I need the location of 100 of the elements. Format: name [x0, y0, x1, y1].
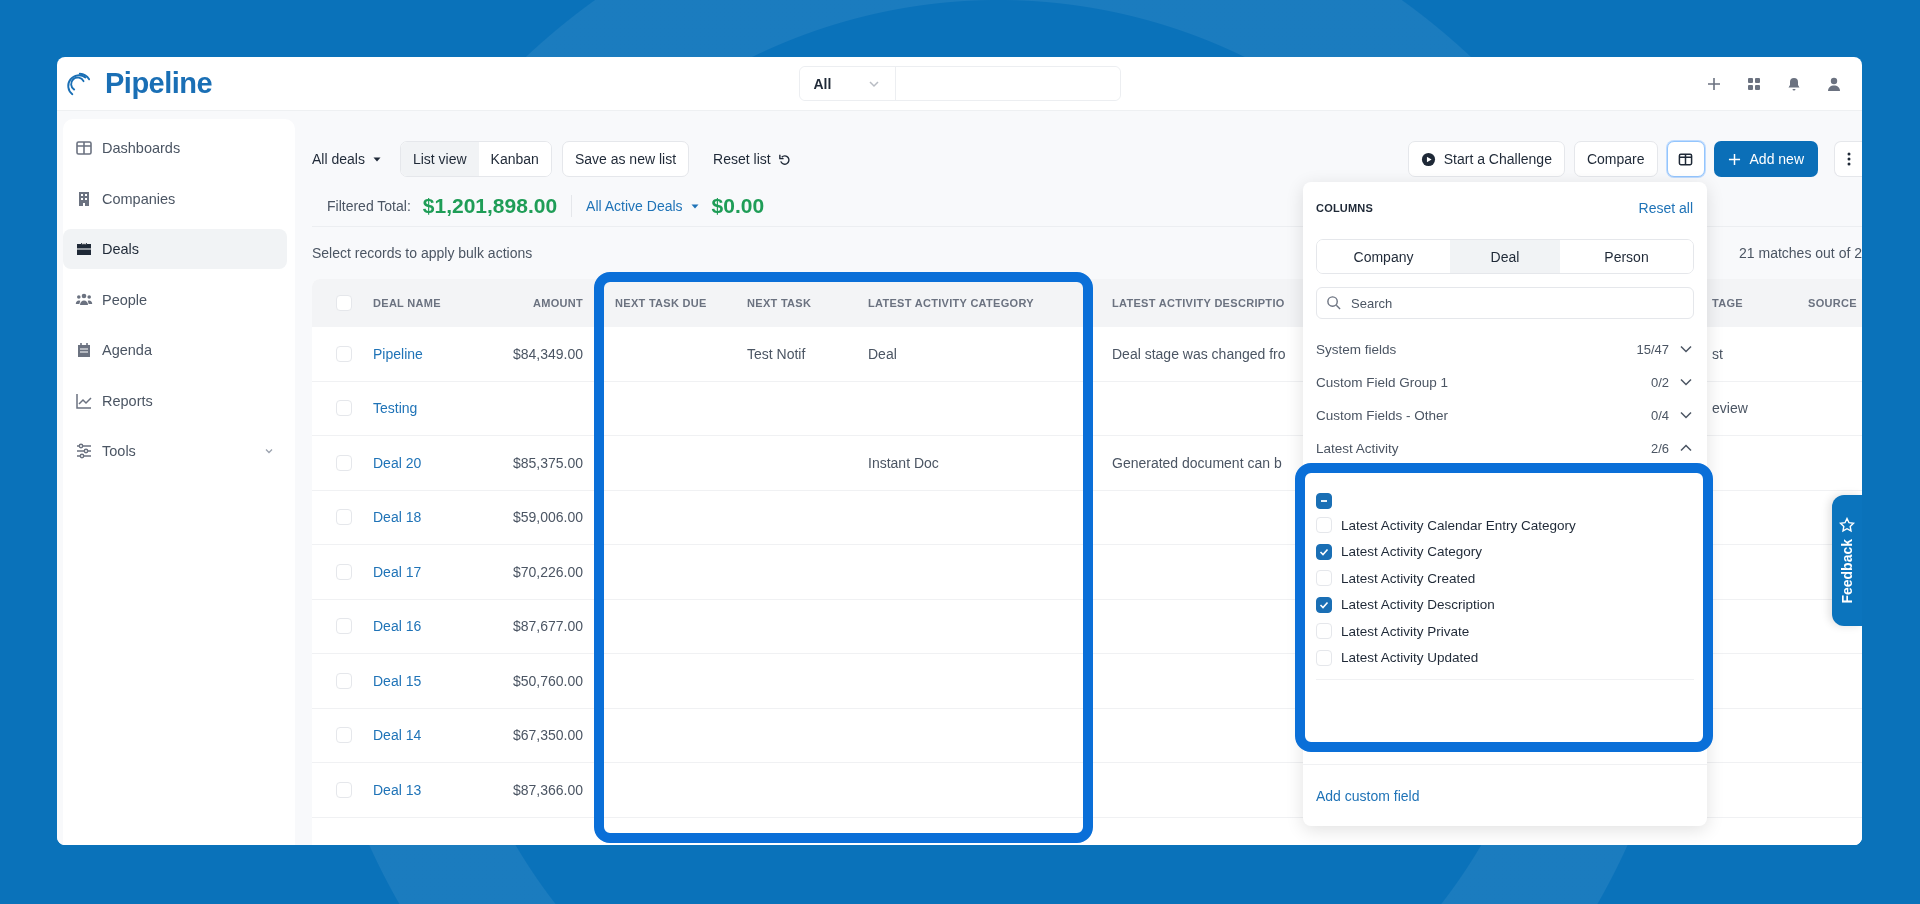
filtered-total-amount: $1,201,898.00	[422, 194, 558, 218]
challenge-button[interactable]: Start a Challenge	[1407, 141, 1565, 177]
column-checkbox[interactable]	[1316, 596, 1332, 613]
compare-button[interactable]: Compare	[1573, 141, 1658, 177]
sidebar-item[interactable]: Companies	[63, 178, 287, 219]
deal-name-link[interactable]: Pipeline	[373, 345, 423, 362]
column-header[interactable]: LATEST ACTIVITY DESCRIPTIO	[1112, 297, 1285, 309]
table-cell: Deal	[868, 345, 897, 362]
column-header[interactable]: AMOUNT	[532, 297, 583, 309]
reset-list-button[interactable]: Reset list	[713, 141, 799, 177]
table-cell: $84,349.00	[512, 345, 583, 362]
deal-name-link[interactable]: Deal 16	[373, 618, 422, 635]
field-group-header[interactable]: Custom Fields - Other 0/4	[1316, 405, 1694, 425]
sidebar-item[interactable]: Reports	[63, 380, 287, 421]
deal-name-link[interactable]: Deal 15	[373, 672, 422, 689]
user-icon[interactable]	[1826, 75, 1842, 92]
row-checkbox[interactable]	[336, 672, 352, 689]
sidebar-item[interactable]: Tools	[63, 431, 287, 471]
line-chart-icon	[75, 391, 93, 410]
feedback-tab[interactable]: Feedback	[1832, 495, 1862, 626]
checkmark-icon	[1319, 546, 1329, 557]
star-icon	[1839, 517, 1855, 534]
add-custom-field-link[interactable]: Add custom field	[1316, 787, 1420, 804]
add-new-button[interactable]: Add new	[1713, 141, 1818, 177]
table-cell: Instant Doc	[868, 454, 939, 471]
grid-icon[interactable]	[1746, 75, 1762, 92]
column-search-field[interactable]: Search	[1316, 287, 1694, 319]
sidebar-item[interactable]: Dashboards	[63, 128, 287, 168]
sidebar-item[interactable]: Agenda	[63, 330, 287, 370]
column-header[interactable]: TAGE	[1712, 297, 1743, 309]
table-cell: eview	[1712, 400, 1748, 417]
entity-tab[interactable]: Deal	[1450, 240, 1560, 273]
table-cell: $85,375.00	[512, 454, 583, 471]
field-group-header[interactable]: Custom Field Group 1 0/2	[1316, 372, 1694, 392]
row-checkbox[interactable]	[336, 618, 352, 635]
row-checkbox[interactable]	[336, 454, 352, 471]
deal-name-link[interactable]: Deal 18	[373, 509, 422, 526]
row-checkbox[interactable]	[336, 781, 352, 798]
column-header[interactable]: NEXT TASK DUE	[615, 297, 707, 309]
logo-wordmark: Pipeline	[105, 67, 213, 100]
match-count: 21 matches out of 2	[1739, 245, 1862, 261]
table-cell: $70,226.00	[512, 563, 583, 580]
bell-icon[interactable]	[1786, 75, 1802, 92]
column-option-label[interactable]: Latest Activity Created	[1341, 570, 1476, 586]
deal-filter-dropdown[interactable]: All Active Deals	[586, 198, 700, 214]
column-option-label[interactable]: Latest Activity Private	[1341, 623, 1470, 639]
plus-icon[interactable]	[1706, 75, 1722, 92]
sliders-icon	[75, 442, 93, 460]
column-option-label[interactable]: Latest Activity Updated	[1341, 650, 1479, 666]
row-checkbox[interactable]	[336, 509, 352, 526]
column-checkbox[interactable]	[1316, 543, 1332, 560]
undo-icon	[777, 152, 791, 166]
columns-toggle-button[interactable]	[1666, 141, 1705, 177]
table-cell: Generated document can b	[1112, 454, 1282, 471]
column-header[interactable]: DEAL NAME	[373, 297, 441, 309]
view-tab[interactable]: List view	[400, 142, 479, 176]
checkmark-icon	[1319, 599, 1329, 610]
column-header[interactable]: NEXT TASK	[747, 297, 812, 309]
play-icon	[1420, 151, 1436, 167]
deal-name-link[interactable]: Deal 17	[373, 563, 422, 580]
table-cell: Deal stage was changed fro	[1112, 345, 1286, 362]
sidebar-item[interactable]: Deals	[63, 229, 287, 269]
field-group-header[interactable]: System fields 15/47	[1316, 339, 1694, 359]
table-cell: $59,006.00	[512, 509, 583, 526]
bulk-actions-hint: Select records to apply bulk actions	[312, 245, 533, 261]
briefcase-icon	[75, 240, 93, 258]
column-option-label[interactable]: Latest Activity Calendar Entry Category	[1341, 517, 1576, 533]
deal-name-link[interactable]: Testing	[373, 400, 418, 417]
row-checkbox[interactable]	[336, 563, 352, 580]
sidebar-item[interactable]: People	[63, 279, 287, 320]
column-header[interactable]: LATEST ACTIVITY CATEGORY	[868, 297, 1034, 309]
search-icon	[1326, 295, 1341, 310]
table-cell: Test Notif	[747, 345, 806, 362]
table-cell: $87,366.00	[512, 781, 583, 798]
columns-icon	[1678, 151, 1693, 167]
table-cell: st	[1712, 345, 1723, 362]
kebab-menu-icon	[1846, 152, 1851, 166]
table-cell: $67,350.00	[512, 727, 583, 744]
list-dropdown[interactable]: All deals	[312, 141, 390, 177]
select-all-checkbox[interactable]	[1316, 493, 1332, 509]
filtered-total-label: Filtered Total:	[327, 198, 411, 214]
deal-name-link[interactable]: Deal 20	[373, 454, 422, 471]
deal-name-link[interactable]: Deal 14	[373, 727, 422, 744]
save-list-button[interactable]: Save as new list	[561, 141, 690, 177]
row-checkbox[interactable]	[336, 345, 352, 362]
reset-all-link[interactable]: Reset all	[1638, 200, 1693, 216]
plus-icon	[1727, 152, 1741, 166]
calendar-icon	[75, 341, 93, 359]
field-group-header[interactable]: Latest Activity 2/6	[1316, 438, 1694, 458]
table-cell: $87,677.00	[512, 618, 583, 635]
column-header[interactable]: SOURCE	[1808, 297, 1857, 309]
column-option-label[interactable]: Latest Activity Description	[1341, 597, 1495, 613]
filter-total-amount: $0.00	[711, 194, 765, 218]
row-checkbox[interactable]	[336, 400, 352, 417]
deal-name-link[interactable]: Deal 13	[373, 781, 422, 798]
row-checkbox[interactable]	[336, 727, 352, 744]
layout-icon	[75, 139, 93, 157]
more-button[interactable]	[1834, 141, 1862, 177]
panel-title: COLUMNS	[1316, 202, 1373, 214]
column-option-label[interactable]: Latest Activity Category	[1341, 544, 1483, 560]
